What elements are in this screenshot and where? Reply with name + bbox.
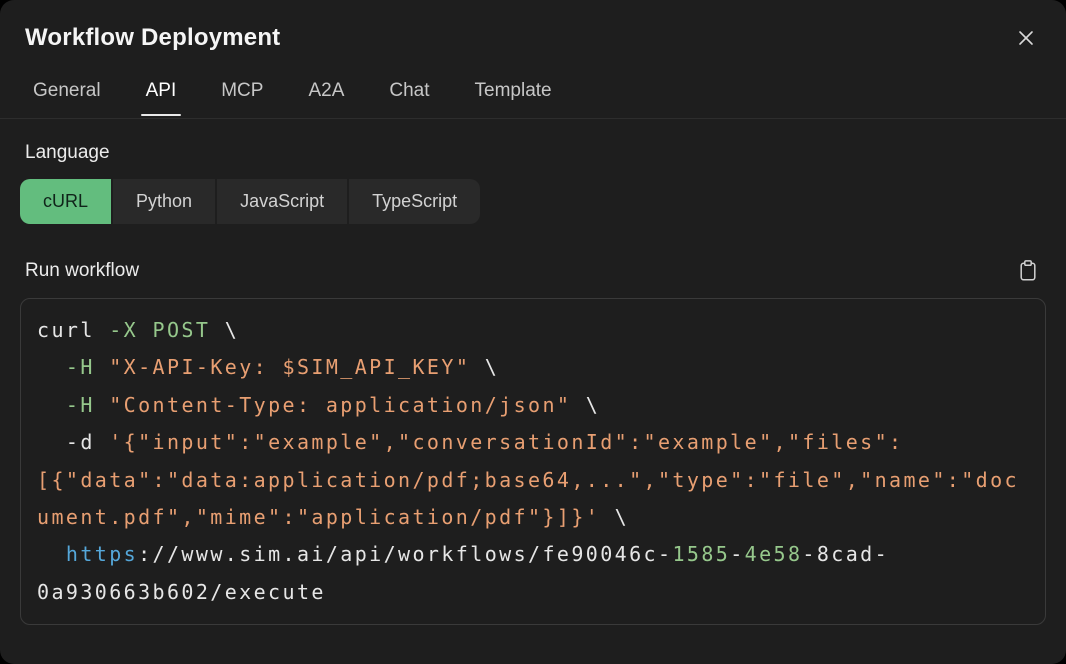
clipboard-icon [1018,259,1038,282]
tab-bar: General API MCP A2A Chat Template [0,78,1066,119]
workflow-deployment-modal: Workflow Deployment General API MCP A2A Chat… [0,0,1066,664]
code-header: Run workflow [20,257,1046,284]
tab-mcp[interactable]: MCP [219,78,265,118]
code-line: -H "X-API-Key: $SIM_API_KEY" \ [37,349,1029,386]
code-line: https://www.sim.ai/api/workflows/fe90046… [37,536,1029,573]
tab-general[interactable]: General [31,78,103,118]
tab-template[interactable]: Template [473,78,554,118]
modal-header: Workflow Deployment [0,0,1066,52]
code-block: curl -X POST \ -H "X-API-Key: $SIM_API_K… [20,298,1046,625]
tab-api[interactable]: API [144,78,179,118]
language-option-curl[interactable]: cURL [20,179,111,224]
tab-chat[interactable]: Chat [387,78,431,118]
code-line: ument.pdf","mime":"application/pdf"}]}' … [37,499,1029,536]
page-title: Workflow Deployment [25,24,280,52]
tab-a2a[interactable]: A2A [306,78,346,118]
copy-button[interactable] [1016,257,1040,284]
language-selector: cURLPythonJavaScriptTypeScript [20,179,1046,224]
code-line: -d '{"input":"example","conversationId":… [37,424,1029,461]
code-line: -H "Content-Type: application/json" \ [37,387,1029,424]
code-line: [{"data":"data:application/pdf;base64,..… [37,462,1029,499]
language-option-python[interactable]: Python [113,179,215,224]
close-icon [1016,28,1036,48]
modal-content: Language cURLPythonJavaScriptTypeScript … [0,142,1066,625]
language-option-javascript[interactable]: JavaScript [217,179,347,224]
code-line: curl -X POST \ [37,312,1029,349]
run-workflow-label: Run workflow [25,260,139,282]
language-option-typescript[interactable]: TypeScript [349,179,480,224]
code-line: 0a930663b602/execute [37,574,1029,611]
close-button[interactable] [1012,24,1040,52]
language-label: Language [25,142,1046,164]
